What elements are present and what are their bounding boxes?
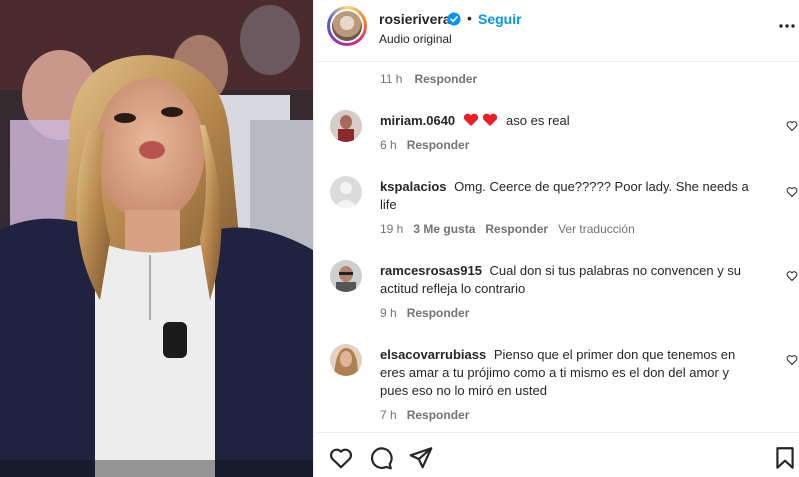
comment-meta: 19 h 3 Me gusta Responder Ver traducción xyxy=(380,222,645,236)
author-avatar[interactable] xyxy=(327,6,367,46)
video-frame xyxy=(0,0,313,477)
commenter-username[interactable]: miriam.0640 xyxy=(380,113,455,128)
commenter-avatar[interactable] xyxy=(330,260,362,292)
separator-dot: • xyxy=(467,10,472,26)
comment-meta: 7 h Responder xyxy=(380,408,479,422)
like-comment-heart-icon[interactable] xyxy=(786,120,798,132)
comment-time: 9 h xyxy=(380,306,397,320)
post-detail-panel: rosierivera • Seguir Audio original 11 h… xyxy=(313,0,799,477)
more-options-icon[interactable] xyxy=(777,16,797,36)
action-bar xyxy=(314,432,799,477)
previous-comment-meta: 11 h Responder xyxy=(380,72,477,86)
audio-label[interactable]: Audio original xyxy=(379,32,452,46)
author-username[interactable]: rosierivera xyxy=(379,11,451,27)
commenter-username[interactable]: kspalacios xyxy=(380,179,447,194)
translate-button[interactable]: Ver traducción xyxy=(558,222,635,236)
commenter-username[interactable]: elsacovarrubiass xyxy=(380,347,486,362)
follow-button[interactable]: Seguir xyxy=(478,11,522,27)
commenter-avatar[interactable] xyxy=(330,110,362,142)
comment-time: 7 h xyxy=(380,408,397,422)
reply-button[interactable]: Responder xyxy=(485,222,548,236)
verified-badge-icon xyxy=(447,12,461,26)
post-header: rosierivera • Seguir Audio original xyxy=(314,0,799,62)
like-comment-heart-icon[interactable] xyxy=(786,354,798,366)
likes-count[interactable]: 3 Me gusta xyxy=(413,222,475,236)
comment-bubble-icon[interactable] xyxy=(368,445,394,471)
reply-button[interactable]: Responder xyxy=(407,138,470,152)
red-heart-emoji-icon xyxy=(463,113,478,126)
reply-button[interactable]: Responder xyxy=(414,72,477,86)
share-send-icon[interactable] xyxy=(408,445,434,471)
commenter-avatar[interactable] xyxy=(330,344,362,376)
comment-time: 6 h xyxy=(380,138,397,152)
like-comment-heart-icon[interactable] xyxy=(786,270,798,282)
reply-button[interactable]: Responder xyxy=(407,408,470,422)
comment-meta: 6 h Responder xyxy=(380,138,479,152)
reply-button[interactable]: Responder xyxy=(407,306,470,320)
comment-text: aso es real xyxy=(506,113,570,128)
commenter-avatar-default[interactable] xyxy=(330,176,362,208)
comment-time: 11 h xyxy=(380,72,403,86)
like-comment-heart-icon[interactable] xyxy=(786,186,798,198)
comment-time: 19 h xyxy=(380,222,404,236)
commenter-username[interactable]: ramcesrosas915 xyxy=(380,263,482,278)
save-bookmark-icon[interactable] xyxy=(772,445,798,471)
post-media[interactable] xyxy=(0,0,313,477)
red-heart-emoji-icon xyxy=(483,113,498,126)
like-heart-icon[interactable] xyxy=(328,445,354,471)
comment-meta: 9 h Responder xyxy=(380,306,479,320)
